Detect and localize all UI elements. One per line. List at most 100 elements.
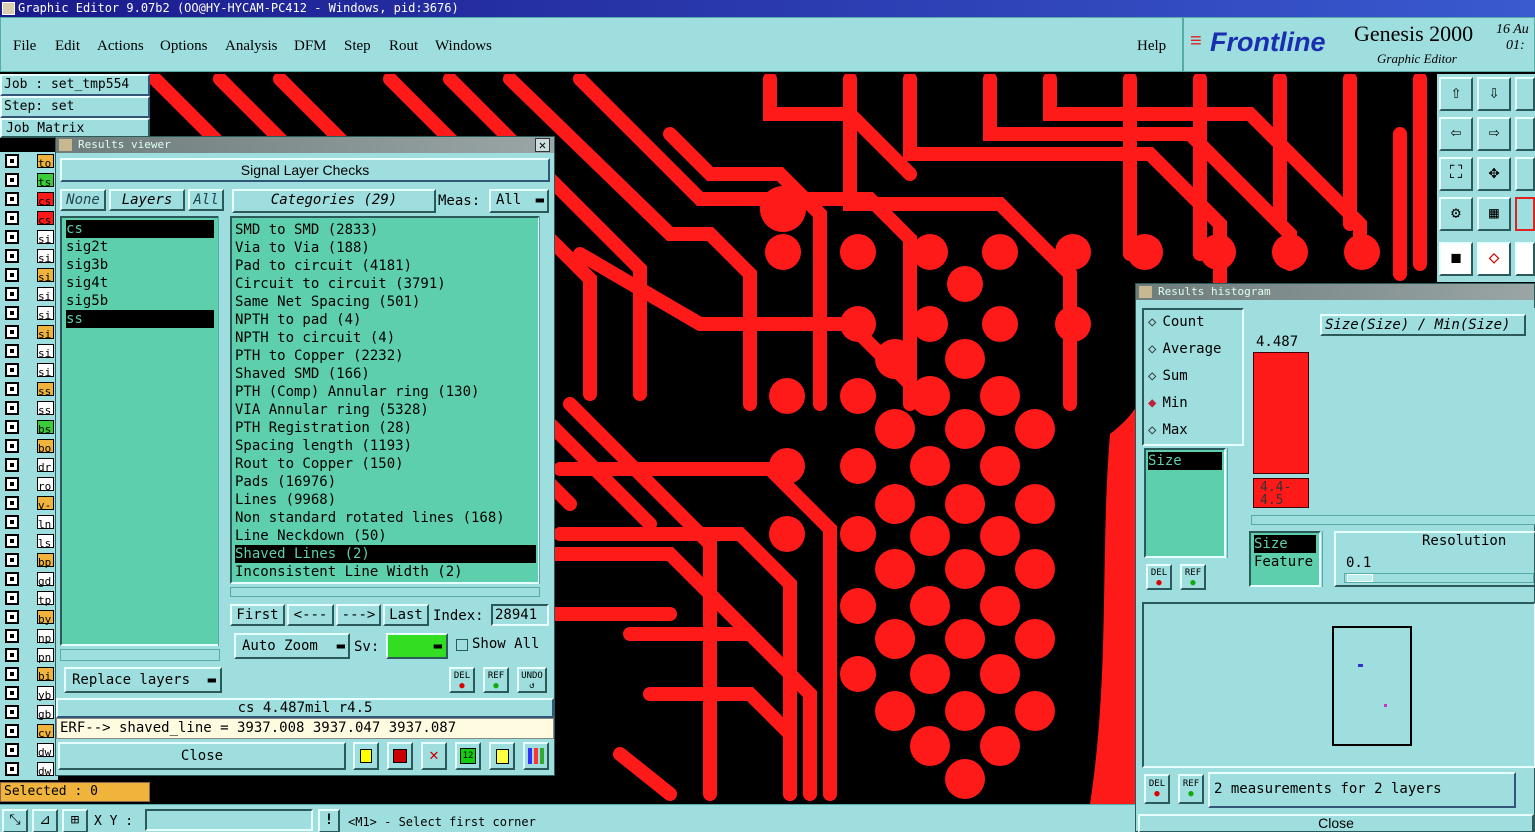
export-icon[interactable] [387, 742, 413, 770]
layer-checkbox[interactable] [5, 496, 19, 510]
category-item[interactable]: PTH to Copper (2232) [235, 347, 536, 365]
field-list-scrollbar[interactable] [1227, 448, 1239, 558]
slider-thumb[interactable] [1347, 574, 1373, 582]
layer-checkbox[interactable] [5, 287, 19, 301]
category-item[interactable]: Circuit to circuit (3791) [235, 275, 536, 293]
layer-checkbox[interactable] [5, 173, 19, 187]
layer-checkbox[interactable] [5, 534, 19, 548]
category-item[interactable]: Shaved SMD (166) [235, 365, 536, 383]
first-button[interactable]: First [230, 604, 285, 626]
toolbar-more3-icon[interactable] [1515, 157, 1535, 191]
category-item[interactable]: Same Net Spacing (501) [235, 293, 536, 311]
index-field[interactable]: 28941 [491, 604, 549, 626]
category-item[interactable]: PTH Registration (28) [235, 419, 536, 437]
menu-dfm[interactable]: DFM [294, 38, 327, 55]
layer-item[interactable]: si [37, 268, 54, 284]
radio-diamond-icon[interactable]: ◇ [1148, 341, 1156, 357]
radio-diamond-icon[interactable]: ◇ [1148, 422, 1156, 438]
category-item[interactable]: NPTH to circuit (4) [235, 329, 536, 347]
layer-checkbox[interactable] [5, 743, 19, 757]
category-item[interactable]: Pads (16976) [235, 473, 536, 491]
select-tool-icon[interactable]: ◼ [1439, 242, 1473, 276]
layer-checkbox[interactable] [5, 325, 19, 339]
menu-file[interactable]: File [13, 38, 36, 55]
layer-checkbox[interactable] [5, 629, 19, 643]
aggregate-option-min[interactable]: ◆ Min [1148, 395, 1188, 411]
layers-button[interactable]: Layers [109, 189, 185, 211]
layer-item[interactable]: si [37, 344, 54, 360]
layer-checkbox[interactable] [5, 458, 19, 472]
category-item[interactable]: PTH (Comp) Annular ring (130) [235, 383, 536, 401]
del-button[interactable]: DEL ● [449, 667, 475, 693]
xy-input[interactable] [145, 809, 313, 831]
layer-checkbox[interactable] [5, 230, 19, 244]
category-list-hscrollbar[interactable] [230, 587, 540, 597]
category-list[interactable]: SMD to SMD (2833) Via to Via (188) Pad to … [230, 216, 540, 584]
radio-diamond-icon[interactable]: ◇ [1148, 314, 1156, 330]
histogram-close-button[interactable]: Close [1138, 814, 1534, 832]
notes-icon[interactable] [489, 742, 515, 770]
category-item[interactable]: NPTH to pad (4) [235, 311, 536, 329]
attribute-item-feature[interactable]: Feature [1254, 553, 1316, 571]
window-menu-icon[interactable] [1139, 286, 1152, 298]
layer-checkbox[interactable] [5, 515, 19, 529]
aggregate-option-max[interactable]: ◇ Max [1148, 422, 1188, 438]
zoom-fit-icon[interactable]: ⛶ [1439, 157, 1473, 191]
attribute-scrollbar[interactable] [1322, 531, 1332, 587]
layer-checkbox[interactable] [5, 477, 19, 491]
layer-checkbox[interactable] [5, 344, 19, 358]
layer-item[interactable]: to [37, 154, 54, 170]
category-item[interactable]: SMD to SMD (2833) [235, 221, 536, 239]
layer-checkbox[interactable] [5, 648, 19, 662]
layer-checkbox[interactable] [5, 249, 19, 263]
grid-snap-icon[interactable]: ⊞ [62, 809, 88, 832]
layer-checkbox[interactable] [5, 572, 19, 586]
layer-list-scrollbar[interactable] [218, 216, 228, 646]
window-menu-icon[interactable] [2, 2, 15, 15]
draw-tool-icon[interactable]: ◇ [1477, 242, 1511, 276]
histogram-field-list[interactable]: Size [1144, 448, 1226, 558]
clear-icon[interactable]: ✕ [421, 742, 447, 770]
layer-item[interactable]: si [37, 230, 54, 246]
next-button[interactable]: ---> [336, 604, 381, 626]
layer-list-item[interactable]: cs [66, 220, 214, 238]
layer-item[interactable]: dr [37, 458, 54, 474]
auto-zoom-dropdown[interactable]: Auto Zoom ▬ [234, 633, 350, 659]
layer-item[interactable]: bo [37, 439, 54, 455]
sv-color-dropdown[interactable]: ▬ [386, 633, 448, 659]
show-all-checkbox[interactable] [456, 639, 468, 651]
layer-checkbox[interactable] [5, 211, 19, 225]
del-button[interactable]: DEL ● [1146, 564, 1172, 590]
category-item[interactable]: Inconsistent Line Width (2) [235, 563, 536, 581]
undo-button[interactable]: UNDO ↺ [517, 667, 547, 693]
close-button[interactable]: Close [58, 742, 346, 770]
last-button[interactable]: Last [383, 604, 429, 626]
measure-icon[interactable]: ⊿ [32, 809, 58, 832]
layer-item[interactable]: dw [37, 743, 54, 759]
settings-icon[interactable]: ⚙ [1439, 197, 1473, 231]
layer-item[interactable]: si [37, 325, 54, 341]
aggregate-option-count[interactable]: ◇ Count [1148, 314, 1205, 330]
field-item-size[interactable]: Size [1148, 452, 1222, 470]
meas-dropdown[interactable]: All ▬ [489, 189, 549, 213]
report-icon[interactable] [353, 742, 379, 770]
layer-checkbox[interactable] [5, 306, 19, 320]
ref-button[interactable]: REF ● [1178, 774, 1204, 804]
toolbar-more-icon[interactable] [1515, 77, 1535, 111]
layer-item[interactable]: bi [37, 667, 54, 683]
layer-checkbox[interactable] [5, 724, 19, 738]
results-layer-list[interactable]: cs sig2t sig3b sig4t sig5b ss [60, 216, 220, 646]
layer-item[interactable]: ss [37, 401, 54, 417]
category-list-scrollbar[interactable] [539, 216, 551, 584]
window-menu-icon[interactable] [59, 139, 72, 151]
category-item[interactable]: Non standard rotated lines (168) [235, 509, 536, 527]
category-item[interactable]: Shaved Lines (2) [235, 545, 536, 563]
numbering-icon[interactable]: 12 [455, 742, 481, 770]
chart-icon[interactable] [523, 742, 549, 770]
layer-item[interactable]: gb [37, 705, 54, 721]
job-matrix-button[interactable]: Job Matrix [0, 118, 150, 138]
layer-checkbox[interactable] [5, 382, 19, 396]
menu-step[interactable]: Step [344, 38, 371, 55]
layer-item[interactable]: cs [37, 211, 54, 227]
menu-options[interactable]: Options [160, 38, 208, 55]
